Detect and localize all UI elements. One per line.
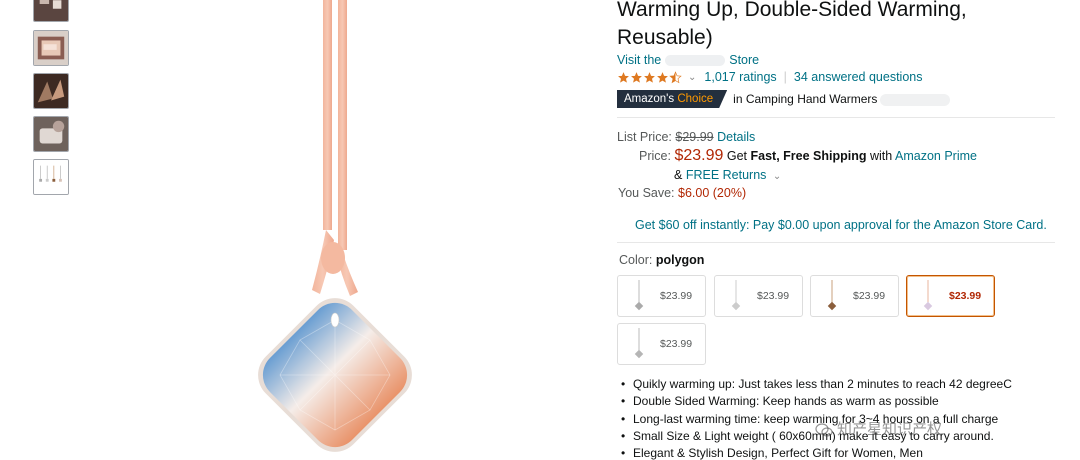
color-swatch-3[interactable]: $23.99 (810, 275, 899, 317)
title-line-1: Warming Up, Double-Sided Warming, (617, 0, 967, 21)
free-returns-row: & FREE Returns ⌄ (674, 168, 781, 182)
chevron-down-icon[interactable]: ⌄ (773, 171, 781, 182)
star-icon (657, 71, 668, 83)
divider (617, 242, 1055, 243)
store-card-promo-link[interactable]: Get $60 off instantly: Pay $0.00 upon ap… (635, 218, 1047, 232)
redacted-text (880, 93, 951, 106)
watermark-text: 知产星知识产权 (837, 420, 943, 438)
amp-text: & (674, 168, 683, 182)
answered-questions-link[interactable]: 34 answered questions (794, 70, 923, 84)
list-item: Elegant & Stylish Design, Perfect Gift f… (619, 445, 1069, 460)
list-item: Double Sided Warming: Keep hands as warm… (619, 393, 1069, 411)
color-label: Color: (619, 253, 653, 267)
chevron-down-icon[interactable]: ⌄ (688, 72, 696, 83)
visit-suffix: Store (729, 53, 760, 67)
swatch-price: $23.99 (853, 290, 886, 302)
free-returns-link[interactable]: FREE Returns (686, 168, 767, 182)
list-price-value: $29.99 (675, 130, 714, 144)
with-text: with (869, 149, 893, 163)
swatch-price: $23.99 (949, 290, 982, 302)
swatch-price: $23.99 (757, 290, 790, 302)
you-save-row: You Save: $6.00 (20%) (618, 186, 746, 200)
you-save-value: $6.00 (20%) (678, 186, 747, 200)
color-value: polygon (655, 253, 705, 267)
main-product-image[interactable] (240, 0, 430, 460)
you-save-label: You Save: (618, 186, 675, 200)
swatch-price: $23.99 (660, 338, 693, 350)
thumbnail-5[interactable] (33, 159, 69, 195)
amazons-choice-badge[interactable]: Amazon's Choice (617, 90, 727, 108)
rating-row: ⌄ 1,017 ratings | 34 answered questions (617, 69, 922, 85)
amazon-prime-link[interactable]: Amazon Prime (895, 149, 977, 163)
color-swatch-1[interactable]: $23.99 (617, 275, 706, 317)
star-icon (618, 71, 629, 83)
swatch-image (731, 280, 741, 311)
list-price-row: List Price: $29.99 Details (617, 130, 755, 144)
fast-shipping-text: Fast, Free Shipping (750, 149, 867, 163)
divider (617, 117, 1055, 118)
visit-prefix: Visit the (617, 53, 662, 67)
redacted-brand (665, 55, 726, 67)
list-price-label: List Price: (617, 130, 672, 144)
badge-amazons: Amazon's (624, 93, 675, 105)
details-link[interactable]: Details (717, 130, 755, 144)
thumbnail-2[interactable] (33, 30, 69, 66)
star-rating[interactable] (617, 70, 682, 84)
swatch-image (634, 280, 644, 311)
swatch-image (923, 280, 933, 311)
watermark: 知产星知识产权 (815, 418, 942, 439)
badge-category-text: in Camping Hand Warmers (733, 92, 878, 106)
badge-choice: Choice (677, 93, 714, 105)
product-title: Warming Up, Double-Sided Warming, Reusab… (617, 0, 1057, 52)
color-swatch-2[interactable]: $23.99 (714, 275, 803, 317)
thumbnail-3[interactable] (33, 73, 69, 109)
color-selector-label: Color: polygon (619, 253, 704, 267)
star-icon (644, 71, 655, 83)
swatch-image (634, 328, 644, 359)
price-row: Price: $23.99 Get Fast, Free Shipping wi… (639, 147, 977, 165)
ratings-link[interactable]: 1,017 ratings (704, 70, 776, 84)
swatch-price: $23.99 (660, 290, 693, 302)
badge-category[interactable]: in Camping Hand Warmers (733, 92, 951, 106)
wechat-icon (815, 422, 833, 437)
price-value: $23.99 (674, 147, 724, 164)
price-label: Price: (639, 149, 671, 163)
color-swatch-4-selected[interactable]: $23.99 (906, 275, 995, 317)
color-swatch-5[interactable]: $23.99 (617, 323, 706, 365)
amazons-choice-row: Amazon's Choice in Camping Hand Warmers (617, 90, 951, 108)
thumbnail-4[interactable] (33, 116, 69, 152)
divider: | (783, 70, 787, 84)
thumbnail-1[interactable] (33, 0, 69, 22)
visit-store-link[interactable]: Visit the Store (617, 53, 759, 67)
swatch-image (827, 280, 837, 311)
star-icon (631, 71, 642, 83)
get-text: Get (726, 149, 748, 163)
title-line-2: Reusable) (617, 26, 713, 49)
half-star-icon (669, 70, 682, 83)
list-item: Quikly warming up: Just takes less than … (619, 376, 1069, 394)
